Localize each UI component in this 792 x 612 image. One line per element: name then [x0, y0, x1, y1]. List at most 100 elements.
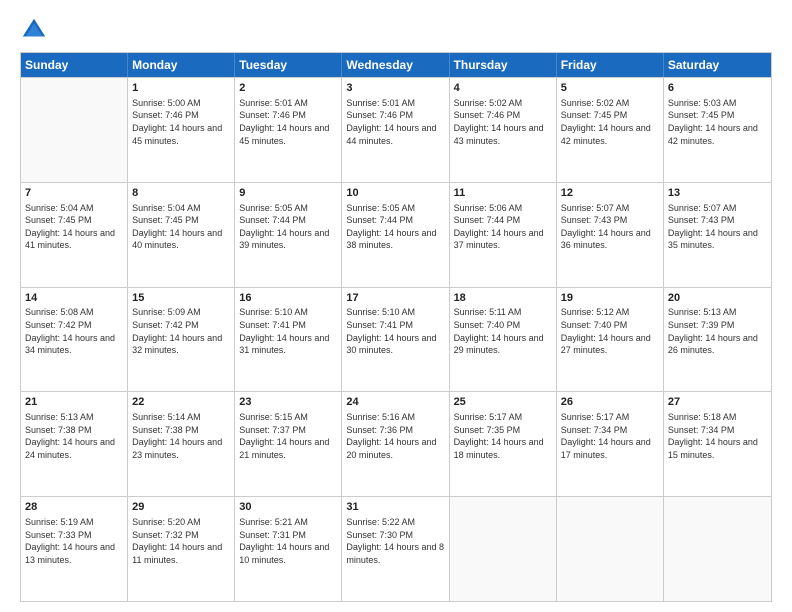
day-number: 11: [454, 186, 552, 201]
calendar-cell: 14Sunrise: 5:08 AMSunset: 7:42 PMDayligh…: [21, 288, 128, 392]
day-number: 18: [454, 291, 552, 306]
cell-info: Sunrise: 5:20 AMSunset: 7:32 PMDaylight:…: [132, 516, 230, 566]
cell-info: Sunrise: 5:02 AMSunset: 7:45 PMDaylight:…: [561, 97, 659, 147]
calendar-cell: 17Sunrise: 5:10 AMSunset: 7:41 PMDayligh…: [342, 288, 449, 392]
cell-info: Sunrise: 5:05 AMSunset: 7:44 PMDaylight:…: [239, 202, 337, 252]
day-number: 8: [132, 186, 230, 201]
calendar-row-0: 1Sunrise: 5:00 AMSunset: 7:46 PMDaylight…: [21, 77, 771, 182]
cell-info: Sunrise: 5:17 AMSunset: 7:34 PMDaylight:…: [561, 411, 659, 461]
header-day-saturday: Saturday: [664, 53, 771, 77]
calendar-cell: 12Sunrise: 5:07 AMSunset: 7:43 PMDayligh…: [557, 183, 664, 287]
cell-info: Sunrise: 5:18 AMSunset: 7:34 PMDaylight:…: [668, 411, 767, 461]
cell-info: Sunrise: 5:10 AMSunset: 7:41 PMDaylight:…: [346, 306, 444, 356]
calendar-cell: [664, 497, 771, 601]
calendar-cell: 19Sunrise: 5:12 AMSunset: 7:40 PMDayligh…: [557, 288, 664, 392]
calendar-cell: 31Sunrise: 5:22 AMSunset: 7:30 PMDayligh…: [342, 497, 449, 601]
cell-info: Sunrise: 5:16 AMSunset: 7:36 PMDaylight:…: [346, 411, 444, 461]
day-number: 17: [346, 291, 444, 306]
calendar-body: 1Sunrise: 5:00 AMSunset: 7:46 PMDaylight…: [21, 77, 771, 601]
calendar-cell: 6Sunrise: 5:03 AMSunset: 7:45 PMDaylight…: [664, 78, 771, 182]
day-number: 10: [346, 186, 444, 201]
header-day-sunday: Sunday: [21, 53, 128, 77]
header-day-tuesday: Tuesday: [235, 53, 342, 77]
cell-info: Sunrise: 5:15 AMSunset: 7:37 PMDaylight:…: [239, 411, 337, 461]
day-number: 13: [668, 186, 767, 201]
day-number: 2: [239, 81, 337, 96]
calendar-cell: [21, 78, 128, 182]
day-number: 6: [668, 81, 767, 96]
calendar: SundayMondayTuesdayWednesdayThursdayFrid…: [20, 52, 772, 602]
cell-info: Sunrise: 5:01 AMSunset: 7:46 PMDaylight:…: [239, 97, 337, 147]
cell-info: Sunrise: 5:14 AMSunset: 7:38 PMDaylight:…: [132, 411, 230, 461]
header-day-monday: Monday: [128, 53, 235, 77]
calendar-cell: 24Sunrise: 5:16 AMSunset: 7:36 PMDayligh…: [342, 392, 449, 496]
cell-info: Sunrise: 5:02 AMSunset: 7:46 PMDaylight:…: [454, 97, 552, 147]
cell-info: Sunrise: 5:13 AMSunset: 7:39 PMDaylight:…: [668, 306, 767, 356]
header-day-friday: Friday: [557, 53, 664, 77]
cell-info: Sunrise: 5:05 AMSunset: 7:44 PMDaylight:…: [346, 202, 444, 252]
day-number: 25: [454, 395, 552, 410]
day-number: 19: [561, 291, 659, 306]
day-number: 27: [668, 395, 767, 410]
cell-info: Sunrise: 5:11 AMSunset: 7:40 PMDaylight:…: [454, 306, 552, 356]
day-number: 4: [454, 81, 552, 96]
day-number: 22: [132, 395, 230, 410]
logo-icon: [20, 16, 48, 44]
calendar-cell: 27Sunrise: 5:18 AMSunset: 7:34 PMDayligh…: [664, 392, 771, 496]
cell-info: Sunrise: 5:13 AMSunset: 7:38 PMDaylight:…: [25, 411, 123, 461]
calendar-cell: 23Sunrise: 5:15 AMSunset: 7:37 PMDayligh…: [235, 392, 342, 496]
day-number: 26: [561, 395, 659, 410]
day-number: 28: [25, 500, 123, 515]
cell-info: Sunrise: 5:00 AMSunset: 7:46 PMDaylight:…: [132, 97, 230, 147]
cell-info: Sunrise: 5:17 AMSunset: 7:35 PMDaylight:…: [454, 411, 552, 461]
calendar-cell: 22Sunrise: 5:14 AMSunset: 7:38 PMDayligh…: [128, 392, 235, 496]
calendar-cell: 11Sunrise: 5:06 AMSunset: 7:44 PMDayligh…: [450, 183, 557, 287]
cell-info: Sunrise: 5:12 AMSunset: 7:40 PMDaylight:…: [561, 306, 659, 356]
calendar-cell: 13Sunrise: 5:07 AMSunset: 7:43 PMDayligh…: [664, 183, 771, 287]
day-number: 31: [346, 500, 444, 515]
cell-info: Sunrise: 5:06 AMSunset: 7:44 PMDaylight:…: [454, 202, 552, 252]
day-number: 24: [346, 395, 444, 410]
cell-info: Sunrise: 5:10 AMSunset: 7:41 PMDaylight:…: [239, 306, 337, 356]
calendar-cell: 20Sunrise: 5:13 AMSunset: 7:39 PMDayligh…: [664, 288, 771, 392]
calendar-cell: 16Sunrise: 5:10 AMSunset: 7:41 PMDayligh…: [235, 288, 342, 392]
day-number: 5: [561, 81, 659, 96]
calendar-cell: 3Sunrise: 5:01 AMSunset: 7:46 PMDaylight…: [342, 78, 449, 182]
cell-info: Sunrise: 5:09 AMSunset: 7:42 PMDaylight:…: [132, 306, 230, 356]
calendar-row-2: 14Sunrise: 5:08 AMSunset: 7:42 PMDayligh…: [21, 287, 771, 392]
cell-info: Sunrise: 5:22 AMSunset: 7:30 PMDaylight:…: [346, 516, 444, 566]
calendar-cell: 5Sunrise: 5:02 AMSunset: 7:45 PMDaylight…: [557, 78, 664, 182]
day-number: 15: [132, 291, 230, 306]
calendar-cell: 4Sunrise: 5:02 AMSunset: 7:46 PMDaylight…: [450, 78, 557, 182]
cell-info: Sunrise: 5:08 AMSunset: 7:42 PMDaylight:…: [25, 306, 123, 356]
day-number: 21: [25, 395, 123, 410]
calendar-header: SundayMondayTuesdayWednesdayThursdayFrid…: [21, 53, 771, 77]
day-number: 16: [239, 291, 337, 306]
cell-info: Sunrise: 5:04 AMSunset: 7:45 PMDaylight:…: [132, 202, 230, 252]
calendar-cell: 25Sunrise: 5:17 AMSunset: 7:35 PMDayligh…: [450, 392, 557, 496]
calendar-cell: 28Sunrise: 5:19 AMSunset: 7:33 PMDayligh…: [21, 497, 128, 601]
page: SundayMondayTuesdayWednesdayThursdayFrid…: [0, 0, 792, 612]
calendar-cell: 9Sunrise: 5:05 AMSunset: 7:44 PMDaylight…: [235, 183, 342, 287]
cell-info: Sunrise: 5:01 AMSunset: 7:46 PMDaylight:…: [346, 97, 444, 147]
calendar-cell: [450, 497, 557, 601]
day-number: 30: [239, 500, 337, 515]
day-number: 7: [25, 186, 123, 201]
day-number: 9: [239, 186, 337, 201]
day-number: 20: [668, 291, 767, 306]
day-number: 1: [132, 81, 230, 96]
calendar-row-1: 7 Sunrise: 5:04 AMSunset: 7:45 PMDaylight…: [21, 182, 771, 287]
cell-info: Sunrise: 5:03 AMSunset: 7:45 PMDaylight:…: [668, 97, 767, 147]
cell-info: Sunrise: 5:07 AMSunset: 7:43 PMDaylight:…: [561, 202, 659, 252]
calendar-cell: 1Sunrise: 5:00 AMSunset: 7:46 PMDaylight…: [128, 78, 235, 182]
day-number: 12: [561, 186, 659, 201]
day-number: 29: [132, 500, 230, 515]
logo: [20, 16, 52, 44]
calendar-cell: 8Sunrise: 5:04 AMSunset: 7:45 PMDaylight…: [128, 183, 235, 287]
calendar-cell: 21Sunrise: 5:13 AMSunset: 7:38 PMDayligh…: [21, 392, 128, 496]
header: [20, 16, 772, 44]
calendar-cell: 2Sunrise: 5:01 AMSunset: 7:46 PMDaylight…: [235, 78, 342, 182]
calendar-cell: 18Sunrise: 5:11 AMSunset: 7:40 PMDayligh…: [450, 288, 557, 392]
calendar-cell: 29Sunrise: 5:20 AMSunset: 7:32 PMDayligh…: [128, 497, 235, 601]
cell-info: Sunrise: 5:19 AMSunset: 7:33 PMDaylight:…: [25, 516, 123, 566]
